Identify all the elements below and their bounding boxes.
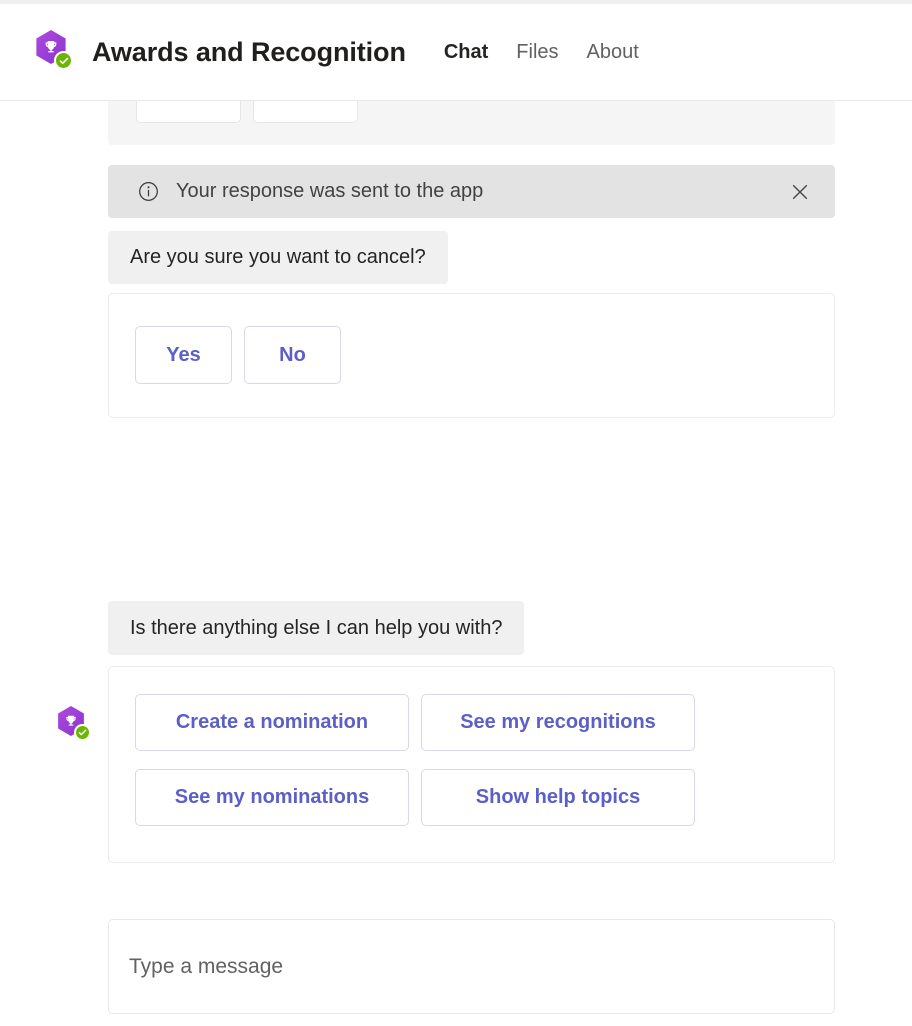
bot-message-bubble: Is there anything else I can help you wi… [108, 601, 525, 655]
create-a-nomination-button[interactable]: Create a nomination [135, 694, 409, 751]
tab-files-label: Files [516, 40, 559, 63]
response-sent-notification: Your response was sent to the app [108, 165, 835, 218]
page-title: Awards and Recognition [92, 36, 406, 67]
yes-no-button-row: Yes No [135, 326, 341, 384]
show-help-topics-button[interactable]: Show help topics [421, 769, 695, 826]
available-check-icon [74, 724, 91, 741]
tab-chat-label: Chat [443, 40, 489, 63]
available-check-icon [54, 51, 73, 70]
previous-card-button-row: Select Cancel [136, 101, 358, 123]
options-button-row-2: See my nominations Show help topics [135, 769, 695, 826]
cancel-button-label: Cancel [274, 101, 336, 103]
previous-adaptive-card: Select Cancel [108, 101, 835, 145]
create-a-nomination-label: Create a nomination [175, 711, 369, 733]
yes-button-label: Yes [166, 343, 201, 366]
select-button[interactable]: Select [136, 101, 241, 123]
bot-message-text: Are you sure you want to cancel? [130, 246, 426, 268]
tab-bar: Chat Files About [430, 4, 653, 101]
see-my-nominations-label: See my nominations [174, 786, 370, 808]
teams-app-chat-window: Awards and Recognition Chat Files About … [0, 0, 912, 1026]
message-compose-box[interactable] [108, 919, 835, 1014]
yes-no-adaptive-card: Yes No [108, 293, 835, 418]
tab-about[interactable]: About [573, 4, 653, 101]
close-icon[interactable] [787, 179, 813, 205]
app-header: Awards and Recognition Chat Files About [0, 4, 912, 101]
no-button-label: No [279, 343, 306, 366]
see-my-nominations-button[interactable]: See my nominations [135, 769, 409, 826]
bot-message-text: Is there anything else I can help you wi… [130, 616, 503, 639]
see-my-recognitions-label: See my recognitions [460, 711, 656, 733]
app-avatar [34, 30, 78, 74]
tab-files[interactable]: Files [502, 4, 572, 101]
cancel-button[interactable]: Cancel [253, 101, 358, 123]
show-help-topics-label: Show help topics [475, 786, 641, 808]
yes-button[interactable]: Yes [135, 326, 232, 384]
tab-about-label: About [586, 40, 639, 63]
avatar [56, 706, 96, 746]
no-button[interactable]: No [244, 326, 341, 384]
tab-chat[interactable]: Chat [430, 4, 502, 101]
message-input[interactable] [127, 953, 794, 980]
select-button-label: Select [161, 101, 217, 103]
see-my-recognitions-button[interactable]: See my recognitions [421, 694, 695, 751]
options-adaptive-card: Create a nomination See my recognitions … [108, 666, 835, 863]
bot-message-bubble: Are you sure you want to cancel? [108, 231, 448, 284]
options-button-row-1: Create a nomination See my recognitions [135, 694, 695, 751]
notification-text: Your response was sent to the app [176, 180, 484, 202]
chat-message-list[interactable]: Select Cancel Your response was sent to … [0, 101, 912, 1026]
info-circle-icon [136, 180, 160, 204]
